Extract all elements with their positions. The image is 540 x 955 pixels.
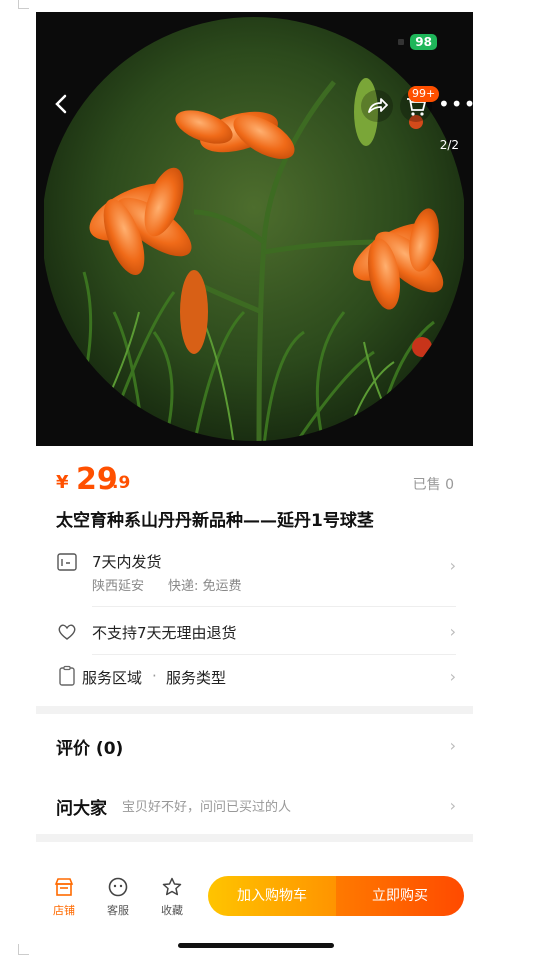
shipping-fee: 快递: 免运费 xyxy=(168,579,242,594)
chevron-right-icon: › xyxy=(449,556,456,575)
chevron-right-icon: › xyxy=(449,622,456,641)
section-gap xyxy=(36,834,473,842)
product-image-carousel[interactable]: 98 99+ ••• 2/2 xyxy=(36,12,473,446)
currency-symbol: ¥ xyxy=(56,472,69,493)
shipping-box-icon xyxy=(57,553,77,571)
ask-hint: 宝贝好不好，问问已买过的人 xyxy=(122,800,292,815)
service-area: 服务区域 xyxy=(82,669,143,687)
chevron-right-icon: › xyxy=(449,667,456,686)
chevron-right-icon: › xyxy=(449,736,456,755)
favorite-tab[interactable]: 收藏 xyxy=(152,876,192,918)
product-title: 太空育种系山丹丹新品种——延丹1号球茎 xyxy=(56,511,374,531)
shop-tab[interactable]: 店铺 xyxy=(44,876,84,918)
customer-service-tab[interactable]: 客服 xyxy=(98,876,138,918)
clipboard-icon xyxy=(59,665,75,686)
return-policy-text: 不支持7天无理由退货 xyxy=(92,624,237,642)
chevron-left-icon xyxy=(55,94,67,114)
price-decimal: .9 xyxy=(112,473,131,493)
ellipsis-icon: ••• xyxy=(438,92,473,116)
section-gap xyxy=(36,706,473,714)
more-options-button[interactable]: ••• xyxy=(438,90,473,122)
share-button[interactable] xyxy=(361,90,393,122)
frame-corner xyxy=(18,944,29,955)
chat-bubble-icon xyxy=(108,877,128,897)
ask-label: 问大家 xyxy=(56,799,107,819)
chevron-right-icon: › xyxy=(449,796,456,815)
product-page: 98 99+ ••• 2/2 ¥ 29 .9 已售 0 太空育种系山丹丹新品种—… xyxy=(36,0,473,955)
battery-indicator: 98 xyxy=(410,34,437,50)
buy-now-button[interactable]: 立即购买 xyxy=(336,876,464,916)
home-indicator[interactable] xyxy=(178,943,334,948)
divider xyxy=(92,606,456,607)
frame-corner xyxy=(18,0,29,9)
image-counter: 2/2 xyxy=(439,138,459,152)
shield-heart-icon xyxy=(58,624,76,640)
product-photo xyxy=(44,12,464,446)
return-policy-row[interactable]: 不支持7天无理由退货 › xyxy=(56,620,456,646)
divider xyxy=(92,654,456,655)
star-icon xyxy=(162,877,182,896)
shipping-row[interactable]: 7天内发货 陕西延安 快递: 免运费 › xyxy=(56,548,456,596)
sold-count: 已售 0 xyxy=(412,477,454,493)
status-bar: 98 xyxy=(398,34,437,50)
reviews-label: 评价 (0) xyxy=(56,739,124,759)
service-row[interactable]: 服务区域 · 服务类型 › xyxy=(56,665,456,691)
add-to-cart-button[interactable]: 加入购物车 xyxy=(208,876,336,916)
cart-count-badge: 99+ xyxy=(408,86,440,102)
separator-dot: · xyxy=(152,667,157,685)
service-type: 服务类型 xyxy=(166,669,227,687)
share-icon xyxy=(368,98,388,113)
store-icon xyxy=(54,878,74,896)
shipping-time: 7天内发货 xyxy=(92,553,162,571)
price-row: ¥ 29 .9 已售 0 xyxy=(56,462,456,498)
shipping-origin: 陕西延安 xyxy=(92,579,145,594)
service-label: 客服 xyxy=(107,904,129,917)
favorite-label: 收藏 xyxy=(161,904,183,917)
back-button[interactable] xyxy=(50,92,78,120)
signal-icon xyxy=(398,39,405,45)
bottom-action-bar: 店铺 客服 收藏 加入购物车 立即购买 xyxy=(36,862,473,928)
top-navigation: 99+ ••• xyxy=(36,86,473,122)
shop-label: 店铺 xyxy=(53,904,75,917)
